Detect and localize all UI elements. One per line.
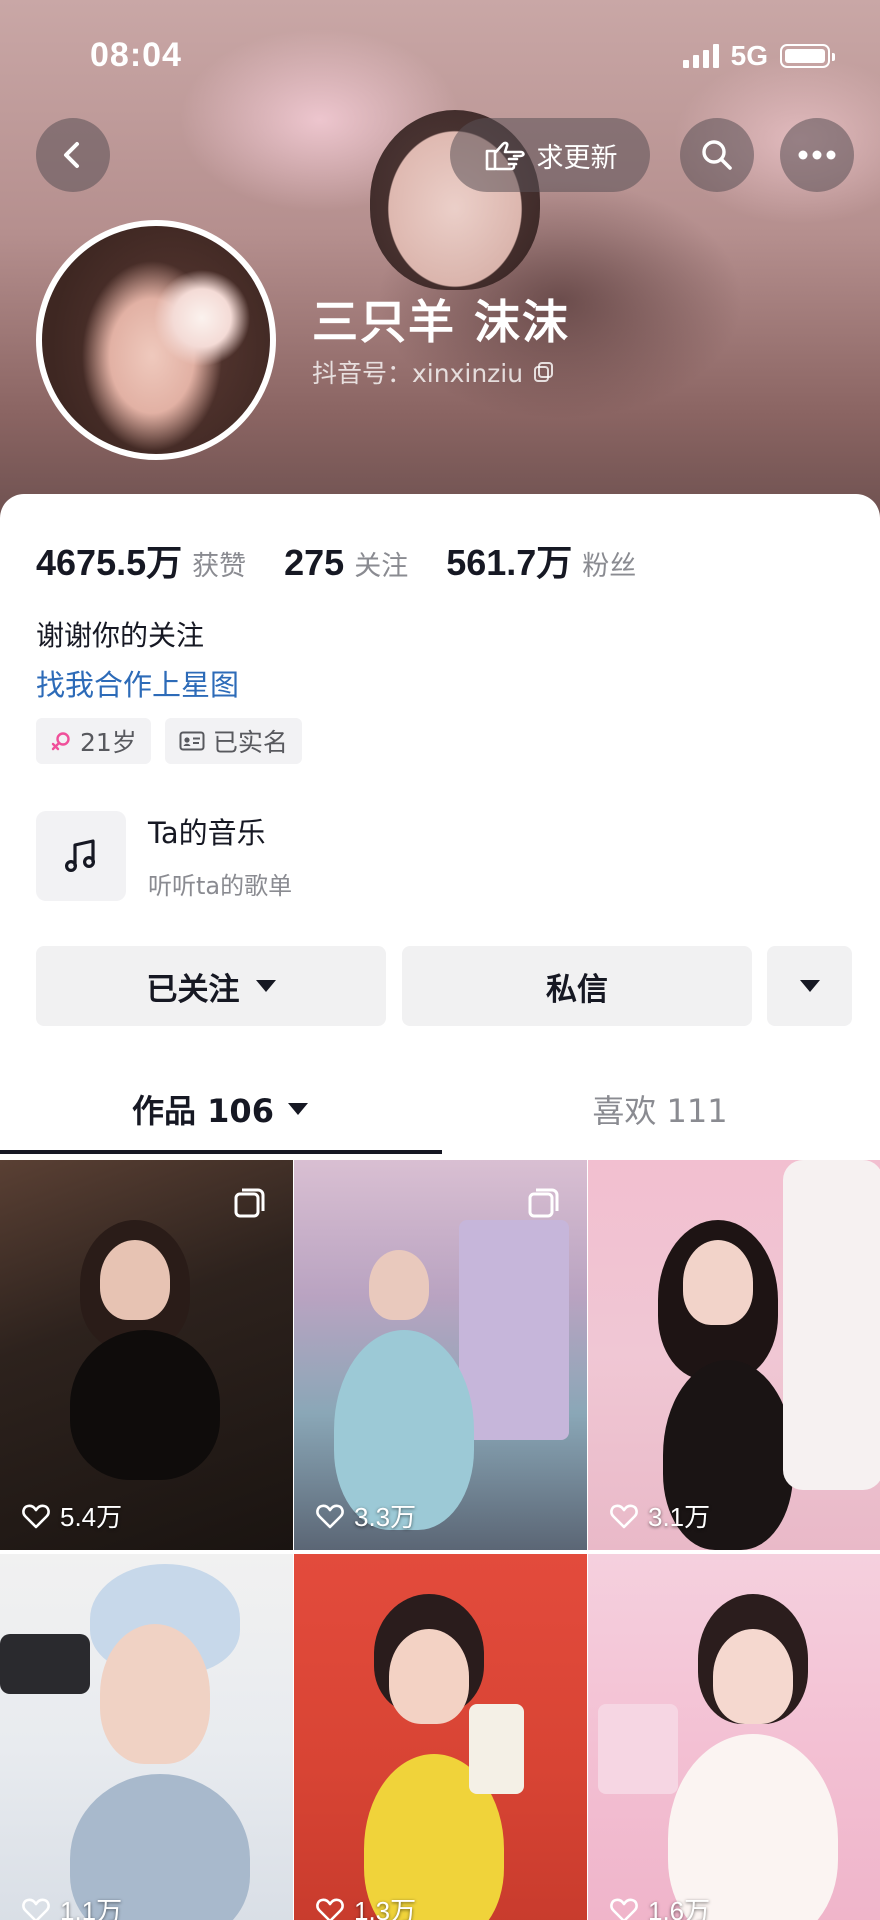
back-button[interactable] — [36, 118, 110, 192]
stat-value: 275 — [284, 542, 345, 583]
music-title: Ta的音乐 — [148, 816, 266, 850]
stat-value: 561.7万 — [446, 542, 573, 583]
like-count-label: 1.3万 — [354, 1896, 417, 1920]
video-like-count: 3.1万 — [610, 1497, 710, 1534]
video-grid: 5.4万 3.3万 3.1万 1.1万 1.3万 1.6万 — [0, 1160, 880, 1920]
video-like-count: 1.6万 — [610, 1891, 710, 1920]
stat-likes[interactable]: 4675.5万 获赞 — [36, 534, 246, 586]
caret-down-icon — [799, 980, 820, 992]
multi-image-icon — [528, 1188, 559, 1218]
video-like-count: 3.3万 — [316, 1497, 416, 1534]
like-count-label: 1.6万 — [648, 1896, 711, 1920]
status-icons: 5G — [682, 40, 835, 72]
copy-icon[interactable] — [533, 361, 555, 383]
music-subtitle: 听听ta的歌单 — [148, 872, 293, 900]
age-tag: 21岁 — [36, 718, 151, 764]
network-type: 5G — [730, 40, 768, 71]
music-text: Ta的音乐 听听ta的歌单 — [148, 810, 292, 901]
heart-icon — [316, 1898, 344, 1920]
ta-music-entry[interactable]: Ta的音乐 听听ta的歌单 — [36, 810, 292, 901]
video-thumbnail[interactable]: 1.3万 — [294, 1554, 587, 1920]
tab-likes[interactable]: 喜欢 111 — [440, 1064, 880, 1154]
back-icon — [64, 142, 79, 168]
status-time: 08:04 — [90, 36, 182, 74]
verified-tag: 已实名 — [164, 718, 302, 764]
video-thumbnail[interactable]: 1.1万 — [0, 1554, 293, 1920]
more-icon — [798, 150, 836, 160]
tab-likes-label: 喜欢 111 — [592, 1092, 728, 1130]
douyin-id-text: 抖音号：xinxinziu — [312, 359, 524, 388]
like-count-label: 3.3万 — [354, 1502, 417, 1532]
video-like-count: 1.1万 — [22, 1891, 122, 1920]
music-note-icon — [64, 838, 96, 872]
search-button[interactable] — [680, 118, 754, 192]
female-icon — [51, 732, 70, 751]
music-icon-box — [36, 810, 126, 901]
heart-icon — [316, 1504, 344, 1528]
stat-following[interactable]: 275 关注 — [284, 542, 408, 584]
age-tag-label: 21岁 — [80, 728, 137, 757]
followed-label: 已关注 — [146, 971, 240, 1008]
douyin-id[interactable]: 抖音号：xinxinziu — [312, 354, 555, 390]
profile-nickname: 三只羊 沫沫 — [312, 295, 571, 349]
video-like-count: 5.4万 — [22, 1497, 122, 1534]
battery-icon — [780, 44, 835, 68]
caret-down-icon — [287, 1103, 308, 1115]
profile-actions: 已关注 私信 — [36, 946, 852, 1026]
signal-icon — [682, 44, 719, 68]
stat-label: 获赞 — [192, 551, 247, 582]
message-button[interactable]: 私信 — [402, 946, 752, 1026]
stat-label: 关注 — [354, 551, 409, 582]
profile-bio: 谢谢你的关注 — [36, 619, 205, 652]
like-count-label: 1.1万 — [60, 1896, 123, 1920]
video-thumbnail[interactable]: 3.1万 — [588, 1160, 880, 1550]
avatar[interactable] — [36, 220, 276, 460]
caret-down-icon — [255, 980, 276, 992]
video-thumbnail[interactable]: 5.4万 — [0, 1160, 293, 1550]
profile-stats: 4675.5万 获赞 275 关注 561.7万 粉丝 — [36, 534, 674, 586]
star-cooperation-link[interactable]: 找我合作上星图 — [36, 662, 239, 704]
profile-tags: 21岁 已实名 — [36, 718, 302, 764]
video-thumbnail[interactable]: 1.6万 — [588, 1554, 880, 1920]
tab-works[interactable]: 作品 106 — [0, 1064, 440, 1154]
verified-tag-label: 已实名 — [212, 728, 288, 757]
followed-button[interactable]: 已关注 — [36, 946, 386, 1026]
more-button[interactable] — [780, 118, 854, 192]
heart-icon — [22, 1898, 50, 1920]
stat-label: 粉丝 — [582, 551, 637, 582]
stat-value: 4675.5万 — [36, 542, 183, 583]
hand-point-icon — [485, 141, 525, 171]
video-thumbnail[interactable]: 3.3万 — [294, 1160, 587, 1550]
id-card-icon — [179, 731, 205, 751]
like-count-label: 3.1万 — [648, 1502, 711, 1532]
tab-works-label: 作品 106 — [132, 1092, 274, 1130]
active-tab-indicator — [0, 1150, 442, 1154]
heart-icon — [610, 1504, 638, 1528]
heart-icon — [610, 1898, 638, 1920]
stat-followers[interactable]: 561.7万 粉丝 — [446, 534, 636, 586]
request-update-button[interactable]: 求更新 — [450, 118, 650, 192]
multi-image-icon — [234, 1188, 265, 1218]
search-icon — [702, 140, 732, 170]
heart-icon — [22, 1504, 50, 1528]
more-actions-button[interactable] — [767, 946, 852, 1026]
message-label: 私信 — [546, 971, 608, 1008]
profile-tabs: 作品 106 喜欢 111 — [0, 1064, 880, 1154]
video-like-count: 1.3万 — [316, 1891, 416, 1920]
like-count-label: 5.4万 — [60, 1502, 123, 1532]
request-update-label: 求更新 — [536, 142, 618, 174]
